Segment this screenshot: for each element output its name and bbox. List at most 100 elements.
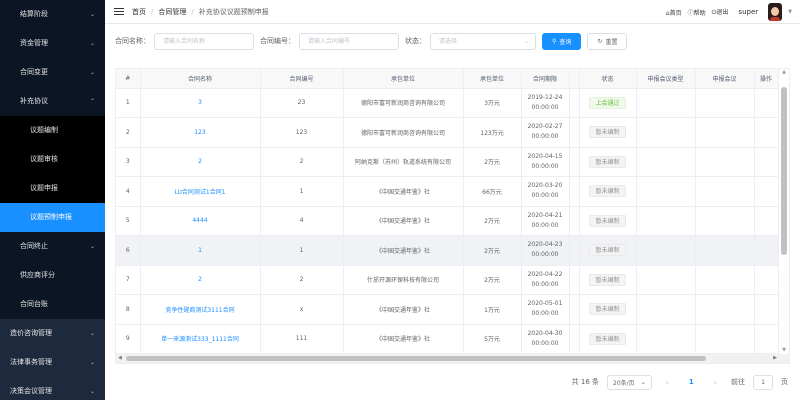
chevron-down-icon: ⌄ [89,11,95,18]
term-date: 2020-04-30 00:00:00 [521,324,570,354]
help-link[interactable]: ⓘ帮助 [688,8,706,17]
actions-cell [754,324,779,354]
search-button-label: 查询 [559,38,572,46]
scroll-right-icon[interactable]: ▶ [773,354,777,363]
row-index: 1 [116,88,141,118]
meeting-type-cell [636,88,696,118]
scroll-up-icon[interactable]: ▲ [782,69,786,75]
chevron-down-icon: ⌄ [523,37,529,45]
term-date: 2020-04-22 00:00:00 [521,265,570,295]
sidebar-item-contract-change[interactable]: 合同变更 ⌄ [0,58,105,87]
contract-name-link[interactable]: 4444 [140,206,261,236]
contract-name-link[interactable]: 2 [140,147,261,177]
contract-name-link[interactable]: 2 [140,265,261,295]
sidebar-item-topic-declare[interactable]: 议题申报 [0,174,105,203]
contractor: 《中国交通年鉴》社 [343,206,464,236]
status-badge: 暂未编制 [589,214,626,227]
meeting-type-cell [636,206,696,236]
contract-name-link[interactable]: 竞争性磋商测试3111合同 [140,294,261,325]
meeting-type-cell [636,294,696,325]
contract-name-placeholder: 请输入合同名称 [163,37,206,45]
sidebar-item-ledger[interactable]: 合同台账 [0,290,105,319]
sidebar-item-label: 合同变更 [20,68,48,76]
logout-link[interactable]: ⏻退出 [712,7,729,17]
term-date: 2020-04-21 00:00:00 [521,206,570,236]
sidebar-item-label: 议题审核 [30,155,58,163]
contract-no: 1 [260,176,344,207]
contractor: 《中国交通年鉴》社 [343,294,464,325]
sidebar-item-termination[interactable]: 合同终止 ⌄ [0,232,105,261]
table-row[interactable]: 7 2 2 什邡开源环保科技有限公司 2万元 2020-04-22 00:00:00 暂未编… [116,265,779,295]
contractor: 什邡开源环保科技有限公司 [343,265,464,295]
contract-name-link[interactable]: 1 [140,235,261,266]
sidebar-item-label: 议题申报 [30,184,58,192]
sidebar-item-settlement[interactable]: 结算阶段 ⌄ [0,0,105,29]
sidebar-item-topic-predeclare[interactable]: 议题预制申报 [0,203,105,232]
caret-down-icon[interactable]: ▼ [788,9,792,15]
sidebar-item-cost-consult[interactable]: 造价咨询管理 ⌄ [0,319,105,348]
sidebar-item-label: 议题编制 [30,126,58,134]
col-actions: 操作 [754,69,779,89]
table-row[interactable]: 5 4444 4 《中国交通年鉴》社 2万元 2020-04-21 00:00:00 暂未编… [116,206,779,236]
sidebar-item-supplier-score[interactable]: 供应商评分 [0,261,105,290]
amount: 5万元 [463,324,522,354]
contract-no-input[interactable]: 请输入合同编号 [299,32,399,50]
blank-cell [569,206,580,236]
sidebar-item-legal[interactable]: 法律事务管理 ⌄ [0,348,105,377]
col-status: 状态 [579,69,637,89]
contract-name-link[interactable]: 123 [140,117,261,148]
contractor: 《中国交通年鉴》社 [343,176,464,207]
breadcrumb-home[interactable]: 首页 [132,7,146,17]
sidebar-item-funds[interactable]: 资金管理 ⌄ [0,29,105,58]
table-row[interactable]: 8 竞争性磋商测试3111合同 x 《中国交通年鉴》社 1万元 2020-05-01 00… [116,294,779,325]
amount: 3万元 [463,88,522,118]
table-row[interactable]: 6 1 1 《中国交通年鉴》社 2万元 2020-04-23 00:00:00 暂未编制 [116,235,779,266]
contractor: 德阳市富可新润商咨询有限公司 [343,117,464,148]
username[interactable]: super [738,8,758,16]
table-row[interactable]: 1 3 23 德阳市富可新润商咨询有限公司 3万元 2019-12-24 00:00:00… [116,88,779,118]
vertical-scrollbar[interactable] [781,87,787,255]
sidebar-item-supplement[interactable]: 补充协议 ⌃ [0,87,105,116]
blank-cell [569,235,580,266]
status-select[interactable]: 请选择 ⌄ [430,32,536,50]
actions-cell [754,265,779,295]
actions-cell [754,88,779,118]
hamburger-icon[interactable] [114,7,124,16]
next-page-icon[interactable]: › [708,378,723,387]
sidebar-item-topic-review[interactable]: 议题审核 [0,145,105,174]
table-header-row: # 合同名称 合同编号 承包单位 承包单位 合同期限 状态 申报会议类型 申报会… [116,69,779,89]
horizontal-scrollbar[interactable]: ◀ ▶ [116,354,789,363]
contract-no: 2 [260,265,344,295]
contract-name-link[interactable]: 3 [140,88,261,118]
row-index: 2 [116,117,141,148]
term-date: 2020-04-23 00:00:00 [521,235,570,266]
home-link[interactable]: ⌂首页 [666,8,682,17]
scroll-down-icon[interactable]: ▼ [782,347,786,353]
page-size-select[interactable]: 20条/页 ⌄ [607,374,652,390]
table-row[interactable]: 2 123 123 德阳市富可新润商咨询有限公司 123万元 2020-02-27 00:… [116,117,779,148]
status-cell: 暂未编制 [579,176,637,207]
reset-button[interactable]: ↻ 重置 [587,32,628,50]
goto-page-input[interactable]: 1 [753,374,773,390]
horizontal-scroll-thumb[interactable] [126,356,706,361]
contract-name-link[interactable]: 单一来源测试333_1111合同 [140,324,261,354]
sidebar-item-topic-edit[interactable]: 议题编制 [0,116,105,145]
table-row[interactable]: 4 LU合同测试1合同1 1 《中国交通年鉴》社 66万元 2020-03-20 00:0… [116,176,779,207]
contract-name-input[interactable]: 请输入合同名称 [154,32,254,50]
search-button[interactable]: ⚲ 查询 [542,32,582,50]
table-row[interactable]: 3 2 2 阿纳克斯（苏州）轨道系统有限公司 2万元 2020-04-15 00:00:0… [116,147,779,177]
actions-cell [754,294,779,325]
col-contract-name: 合同名称 [140,69,261,89]
meeting-cell [695,176,755,207]
sidebar-item-meeting[interactable]: 决策会议管理 ⌄ [0,377,105,400]
avatar[interactable] [768,3,783,21]
sidebar-item-label: 法律事务管理 [10,358,52,366]
col-meeting-type: 申报会议类型 [636,69,696,89]
contract-name-link[interactable]: LU合同测试1合同1 [140,176,261,207]
page-number[interactable]: 1 [683,378,700,386]
scroll-left-icon[interactable]: ◀ [118,354,122,363]
table-row[interactable]: 9 单一来源测试333_1111合同 111 《中国交通年鉴》社 5万元 2020-04-… [116,324,779,354]
amount: 1万元 [463,294,522,325]
breadcrumb-contract[interactable]: 合同管理 [158,7,186,17]
prev-page-icon[interactable]: ‹ [660,378,675,387]
